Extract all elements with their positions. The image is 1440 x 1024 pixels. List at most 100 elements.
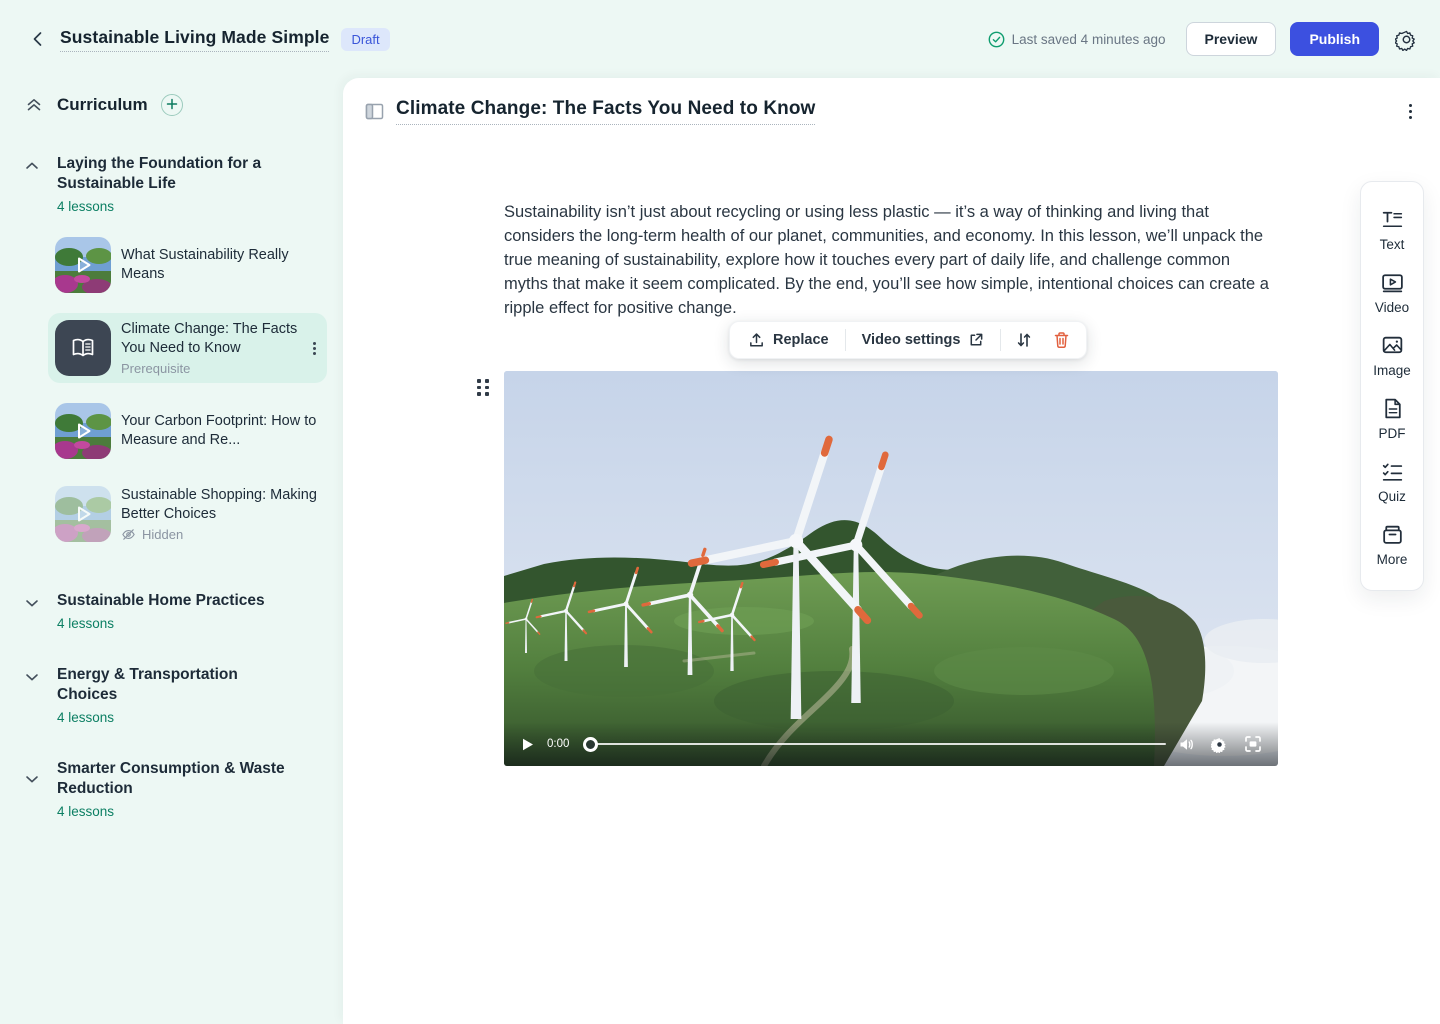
pdf-block-icon bbox=[1380, 396, 1405, 421]
delete-block-button[interactable] bbox=[1043, 325, 1080, 355]
more-block-icon bbox=[1380, 522, 1405, 547]
check-circle-icon bbox=[988, 31, 1005, 48]
current-time: 0:00 bbox=[547, 738, 573, 750]
video-block-toolbar: Replace Video settings bbox=[729, 321, 1087, 359]
player-gear-icon bbox=[1211, 736, 1228, 753]
text-block-icon bbox=[1380, 207, 1405, 232]
add-text-block-button[interactable]: Text bbox=[1361, 198, 1423, 261]
section-lesson-count: 4 lessons bbox=[57, 199, 297, 214]
back-button[interactable] bbox=[24, 25, 52, 53]
play-button[interactable] bbox=[518, 735, 537, 754]
lesson-item-sustainable-shopping[interactable]: Sustainable Shopping: Making Better Choi… bbox=[48, 479, 327, 549]
toolbar-divider bbox=[1000, 329, 1001, 351]
section-title: Smarter Consumption & Waste Reduction bbox=[57, 759, 297, 799]
lesson-menu-button[interactable] bbox=[309, 338, 320, 359]
plus-icon bbox=[166, 98, 178, 110]
section-lesson-count: 4 lessons bbox=[57, 616, 265, 631]
section-title: Energy & Transportation Choices bbox=[57, 665, 297, 705]
section-header-foundation[interactable]: Laying the Foundation for a Sustainable … bbox=[0, 154, 343, 214]
fullscreen-button[interactable] bbox=[1242, 733, 1264, 755]
add-curriculum-button[interactable] bbox=[161, 94, 183, 116]
section-header-energy-transportation[interactable]: Energy & Transportation Choices 4 lesson… bbox=[0, 665, 343, 725]
section-lesson-count: 4 lessons bbox=[57, 710, 297, 725]
video-block-icon bbox=[1380, 270, 1405, 295]
play-icon bbox=[55, 403, 111, 459]
curriculum-sidebar: Curriculum Laying the Foundation for a S… bbox=[0, 78, 343, 1024]
curriculum-title: Curriculum bbox=[57, 95, 148, 115]
preview-button[interactable]: Preview bbox=[1186, 22, 1277, 56]
section-header-smarter-consumption[interactable]: Smarter Consumption & Waste Reduction 4 … bbox=[0, 759, 343, 819]
play-icon bbox=[55, 486, 111, 542]
fullscreen-icon bbox=[1244, 735, 1262, 753]
panel-layout-icon bbox=[365, 102, 384, 121]
publish-button[interactable]: Publish bbox=[1290, 22, 1379, 56]
last-saved-text: Last saved 4 minutes ago bbox=[1012, 32, 1166, 47]
swap-vertical-icon bbox=[1015, 331, 1033, 349]
block-drag-handle[interactable] bbox=[473, 375, 493, 400]
toggle-sidebar-button[interactable] bbox=[363, 100, 386, 123]
video-frame-wind-turbines bbox=[504, 371, 1278, 766]
section-header-home-practices[interactable]: Sustainable Home Practices 4 lessons bbox=[0, 591, 343, 631]
chevron-left-icon bbox=[29, 30, 47, 48]
lesson-title: Sustainable Shopping: Making Better Choi… bbox=[121, 486, 320, 524]
block-palette: Text Video Image PDF Quiz bbox=[1360, 181, 1424, 591]
lesson-item-what-sustainability[interactable]: What Sustainability Really Means bbox=[48, 230, 327, 300]
chevron-down-icon[interactable] bbox=[24, 771, 40, 819]
curriculum-section: Sustainable Home Practices 4 lessons bbox=[0, 591, 343, 631]
more-blocks-button[interactable]: More bbox=[1361, 513, 1423, 576]
settings-button[interactable] bbox=[1393, 26, 1420, 53]
trash-icon bbox=[1053, 331, 1070, 349]
image-block-icon bbox=[1380, 333, 1405, 358]
lesson-options-button[interactable] bbox=[1405, 100, 1416, 123]
lesson-item-climate-change[interactable]: Climate Change: The Facts You Need to Kn… bbox=[48, 313, 327, 383]
lesson-video-player[interactable]: 0:00 bbox=[504, 371, 1278, 766]
video-settings-button[interactable]: Video settings bbox=[850, 326, 997, 354]
volume-icon bbox=[1178, 736, 1195, 753]
eye-off-icon bbox=[121, 527, 136, 542]
add-image-block-button[interactable]: Image bbox=[1361, 324, 1423, 387]
seek-bar[interactable] bbox=[583, 735, 1166, 753]
gear-icon bbox=[1395, 28, 1418, 51]
lesson-title: Climate Change: The Facts You Need to Kn… bbox=[121, 320, 309, 358]
upload-icon bbox=[748, 332, 765, 349]
lesson-list: What Sustainability Really Means Climate… bbox=[48, 230, 327, 549]
curriculum-header: Curriculum bbox=[0, 94, 343, 116]
reading-lesson-icon bbox=[55, 320, 111, 376]
video-thumbnail bbox=[55, 403, 111, 459]
player-settings-button[interactable] bbox=[1209, 734, 1230, 755]
lesson-prerequisite-label: Prerequisite bbox=[121, 361, 309, 376]
course-title[interactable]: Sustainable Living Made Simple bbox=[60, 27, 329, 52]
section-title: Laying the Foundation for a Sustainable … bbox=[57, 154, 297, 194]
add-video-block-button[interactable]: Video bbox=[1361, 261, 1423, 324]
lesson-hidden-label: Hidden bbox=[121, 527, 320, 542]
double-chevron-up-icon bbox=[24, 95, 44, 115]
seek-handle[interactable] bbox=[583, 737, 598, 752]
section-lesson-count: 4 lessons bbox=[57, 804, 297, 819]
chevron-up-icon[interactable] bbox=[24, 158, 40, 214]
section-title: Sustainable Home Practices bbox=[57, 591, 265, 611]
video-thumbnail bbox=[55, 486, 111, 542]
lesson-intro-paragraph[interactable]: Sustainability isn’t just about recyclin… bbox=[504, 200, 1270, 320]
replace-video-button[interactable]: Replace bbox=[736, 326, 841, 355]
chevron-down-icon[interactable] bbox=[24, 669, 40, 725]
add-quiz-block-button[interactable]: Quiz bbox=[1361, 450, 1423, 513]
play-icon bbox=[520, 737, 535, 752]
chevron-down-icon[interactable] bbox=[24, 595, 40, 631]
toolbar-divider bbox=[845, 329, 846, 351]
last-saved-status: Last saved 4 minutes ago bbox=[988, 31, 1166, 48]
volume-button[interactable] bbox=[1176, 734, 1197, 755]
open-book-icon bbox=[69, 334, 97, 362]
status-badge: Draft bbox=[341, 28, 389, 51]
play-icon bbox=[55, 237, 111, 293]
lesson-page-title[interactable]: Climate Change: The Facts You Need to Kn… bbox=[396, 98, 815, 125]
collapse-all-button[interactable] bbox=[24, 95, 44, 115]
curriculum-section: Smarter Consumption & Waste Reduction 4 … bbox=[0, 759, 343, 819]
external-link-icon bbox=[968, 332, 984, 348]
lesson-title: Your Carbon Footprint: How to Measure an… bbox=[121, 412, 320, 450]
move-block-button[interactable] bbox=[1005, 325, 1043, 355]
lesson-title: What Sustainability Really Means bbox=[121, 246, 320, 284]
top-header: Sustainable Living Made Simple Draft Las… bbox=[0, 0, 1440, 78]
add-pdf-block-button[interactable]: PDF bbox=[1361, 387, 1423, 450]
curriculum-section: Energy & Transportation Choices 4 lesson… bbox=[0, 665, 343, 725]
lesson-item-carbon-footprint[interactable]: Your Carbon Footprint: How to Measure an… bbox=[48, 396, 327, 466]
